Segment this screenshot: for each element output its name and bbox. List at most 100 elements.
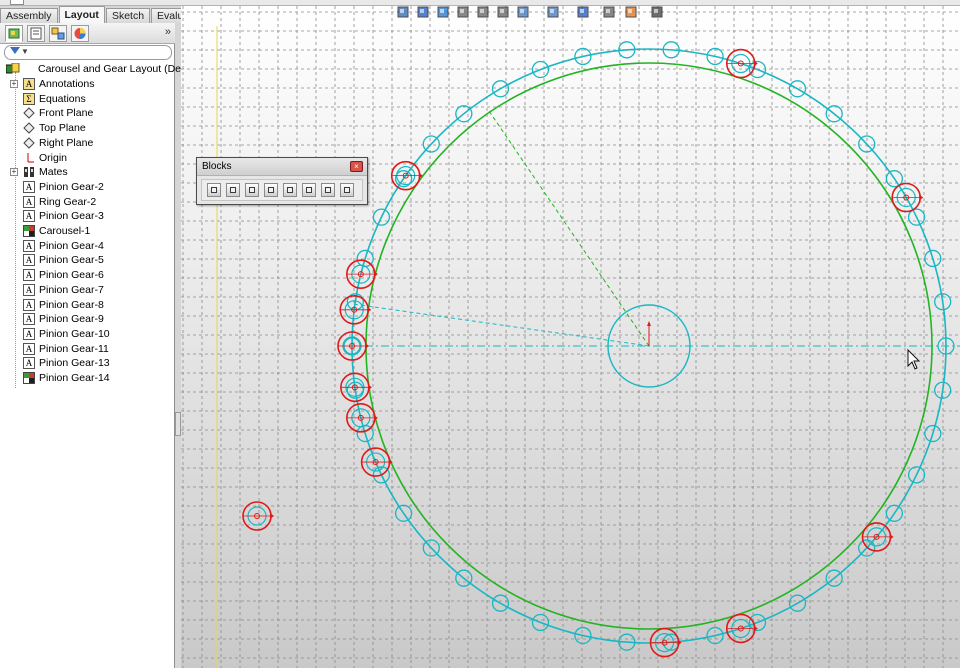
tree-item-mates[interactable]: + Mates (0, 165, 175, 179)
tree-item-front-plane[interactable]: Front Plane (0, 106, 175, 120)
block-icon: A (23, 342, 35, 355)
tree-item-label: Right Plane (39, 136, 94, 149)
plane-icon (23, 122, 35, 134)
blocks-button-row (201, 179, 363, 201)
add-remove-icon[interactable] (264, 183, 278, 197)
pinion-gear-arrow (365, 343, 369, 349)
add-remove-glyph (268, 187, 274, 193)
previous-view-icon[interactable] (496, 5, 510, 19)
tree-item-label: Mates (39, 166, 68, 179)
tree-item-pinion-gear-6[interactable]: A Pinion Gear-6 (0, 268, 175, 282)
block-icon: A (23, 298, 35, 311)
section-view-icon[interactable] (436, 5, 450, 19)
camera-icon[interactable] (650, 5, 664, 19)
construction-line (488, 110, 650, 347)
apply-scene-icon[interactable] (602, 5, 616, 19)
pinion-gear-arrow (919, 194, 924, 201)
window-grip (10, 0, 24, 5)
origin-arrow-head (647, 321, 651, 326)
display-manager-icon[interactable] (71, 25, 89, 42)
tree-item-pinion-gear-7[interactable]: A Pinion Gear-7 (0, 283, 175, 297)
tree-item-pinion-gear-8[interactable]: A Pinion Gear-8 (0, 298, 175, 312)
tree-item-annotations[interactable]: + A Annotations (0, 77, 175, 91)
expand-icon[interactable]: + (10, 80, 18, 88)
insert-block-icon[interactable] (245, 183, 259, 197)
rotate-icon[interactable] (516, 5, 530, 19)
part-icon (23, 225, 35, 237)
tree-item-pinion-gear-10[interactable]: A Pinion Gear-10 (0, 327, 175, 341)
tree-item-pinion-gear-11[interactable]: A Pinion Gear-11 (0, 342, 175, 356)
layout-sketch[interactable] (181, 6, 960, 668)
tree-item-pinion-gear-5[interactable]: A Pinion Gear-5 (0, 253, 175, 267)
part-icon (23, 372, 35, 384)
tree-filter[interactable]: ▼ (4, 45, 172, 60)
tree-item-label: Top Plane (39, 122, 86, 135)
explode-block-glyph (325, 187, 331, 193)
tree-item-label: Carousel and Gear Layout (Defa (38, 63, 190, 75)
tree-item-label: Pinion Gear-4 (39, 239, 104, 252)
tree-item-carousel-1[interactable]: Carousel-1 (0, 224, 175, 238)
tab-layout[interactable]: Layout (58, 6, 105, 23)
pinion-gear-arrow (889, 533, 894, 540)
display-style-icon[interactable] (416, 5, 430, 19)
tree-item-pinion-gear-3[interactable]: A Pinion Gear-3 (0, 209, 175, 223)
detached-pinion-gear-arrow (270, 513, 274, 519)
make-block-icon[interactable] (207, 183, 221, 197)
saveas-glyph (306, 187, 312, 193)
tree-item-label: Pinion Gear-7 (39, 283, 104, 296)
tree-item-pinion-gear-9[interactable]: A Pinion Gear-9 (0, 312, 175, 326)
close-icon[interactable]: × (350, 161, 363, 172)
zoom-to-fit-icon[interactable] (456, 5, 470, 19)
hide-show-icon[interactable] (546, 5, 560, 19)
tree-item-label: Pinion Gear-11 (39, 342, 109, 355)
block-icon: A (23, 195, 35, 208)
tree-root[interactable]: Carousel and Gear Layout (Defa (0, 62, 190, 76)
block-icon: A (23, 239, 35, 252)
edit-block-icon[interactable] (226, 183, 240, 197)
plane-icon (23, 107, 35, 120)
saveas-icon[interactable] (302, 183, 316, 197)
graphics-area[interactable] (181, 6, 960, 668)
tree-item-label: Pinion Gear-14 (39, 372, 110, 384)
tree-item-label: Carousel-1 (39, 225, 91, 237)
funnel-icon[interactable] (10, 47, 20, 54)
panel-expand-icon[interactable]: » (165, 26, 171, 38)
belt-chain-icon[interactable] (340, 183, 354, 197)
view-settings-icon[interactable] (624, 5, 638, 19)
blocks-toolbar-title[interactable]: Blocks (197, 158, 367, 176)
tree-item-label: Pinion Gear-3 (39, 210, 104, 223)
feature-manager-panel: » ▼ Carousel and Gear Layout (Defa + A Anno… (0, 23, 190, 668)
tree-item-label: Equations (39, 92, 86, 105)
heads-up-view-toolbar (396, 3, 726, 23)
tab-sketch[interactable]: Sketch (105, 8, 151, 23)
tree-item-pinion-gear-2[interactable]: A Pinion Gear-2 (0, 180, 175, 194)
construction-line (352, 303, 650, 347)
tree-item-label: Front Plane (39, 107, 94, 120)
rebuild-icon[interactable] (283, 183, 297, 197)
configuration-manager-icon[interactable] (49, 25, 67, 42)
expand-icon[interactable]: + (10, 168, 18, 177)
tree-item-ring-gear-2[interactable]: A Ring Gear-2 (0, 195, 175, 209)
filter-dropdown-icon[interactable]: ▼ (21, 47, 29, 56)
property-manager-icon[interactable] (27, 25, 45, 42)
tree-item-label: Pinion Gear-8 (39, 298, 104, 311)
edit-appearance-icon[interactable] (576, 5, 590, 19)
tree-item-equations[interactable]: Σ Equations (0, 92, 175, 106)
tree-item-label: Pinion Gear-13 (39, 357, 110, 370)
blocks-toolbar[interactable]: Blocks × (196, 157, 368, 205)
tree-item-label: Pinion Gear-5 (39, 254, 104, 267)
tree-item-origin[interactable]: Origin (0, 151, 175, 165)
tree-item-right-plane[interactable]: Right Plane (0, 136, 175, 150)
tab-assembly[interactable]: Assembly (0, 8, 58, 23)
feature-manager-icon[interactable] (5, 25, 23, 42)
zoom-area-icon[interactable] (476, 5, 490, 19)
tree-item-top-plane[interactable]: Top Plane (0, 121, 175, 135)
block-icon: A (23, 269, 35, 282)
view-orientation-icon[interactable] (396, 5, 410, 19)
annotations-icon: A (23, 78, 35, 90)
tree-item-pinion-gear-13[interactable]: A Pinion Gear-13 (0, 356, 175, 370)
tree-item-pinion-gear-4[interactable]: A Pinion Gear-4 (0, 239, 175, 253)
block-icon: A (23, 357, 35, 370)
explode-block-icon[interactable] (321, 183, 335, 197)
tree-item-pinion-gear-14[interactable]: Pinion Gear-14 (0, 371, 175, 385)
